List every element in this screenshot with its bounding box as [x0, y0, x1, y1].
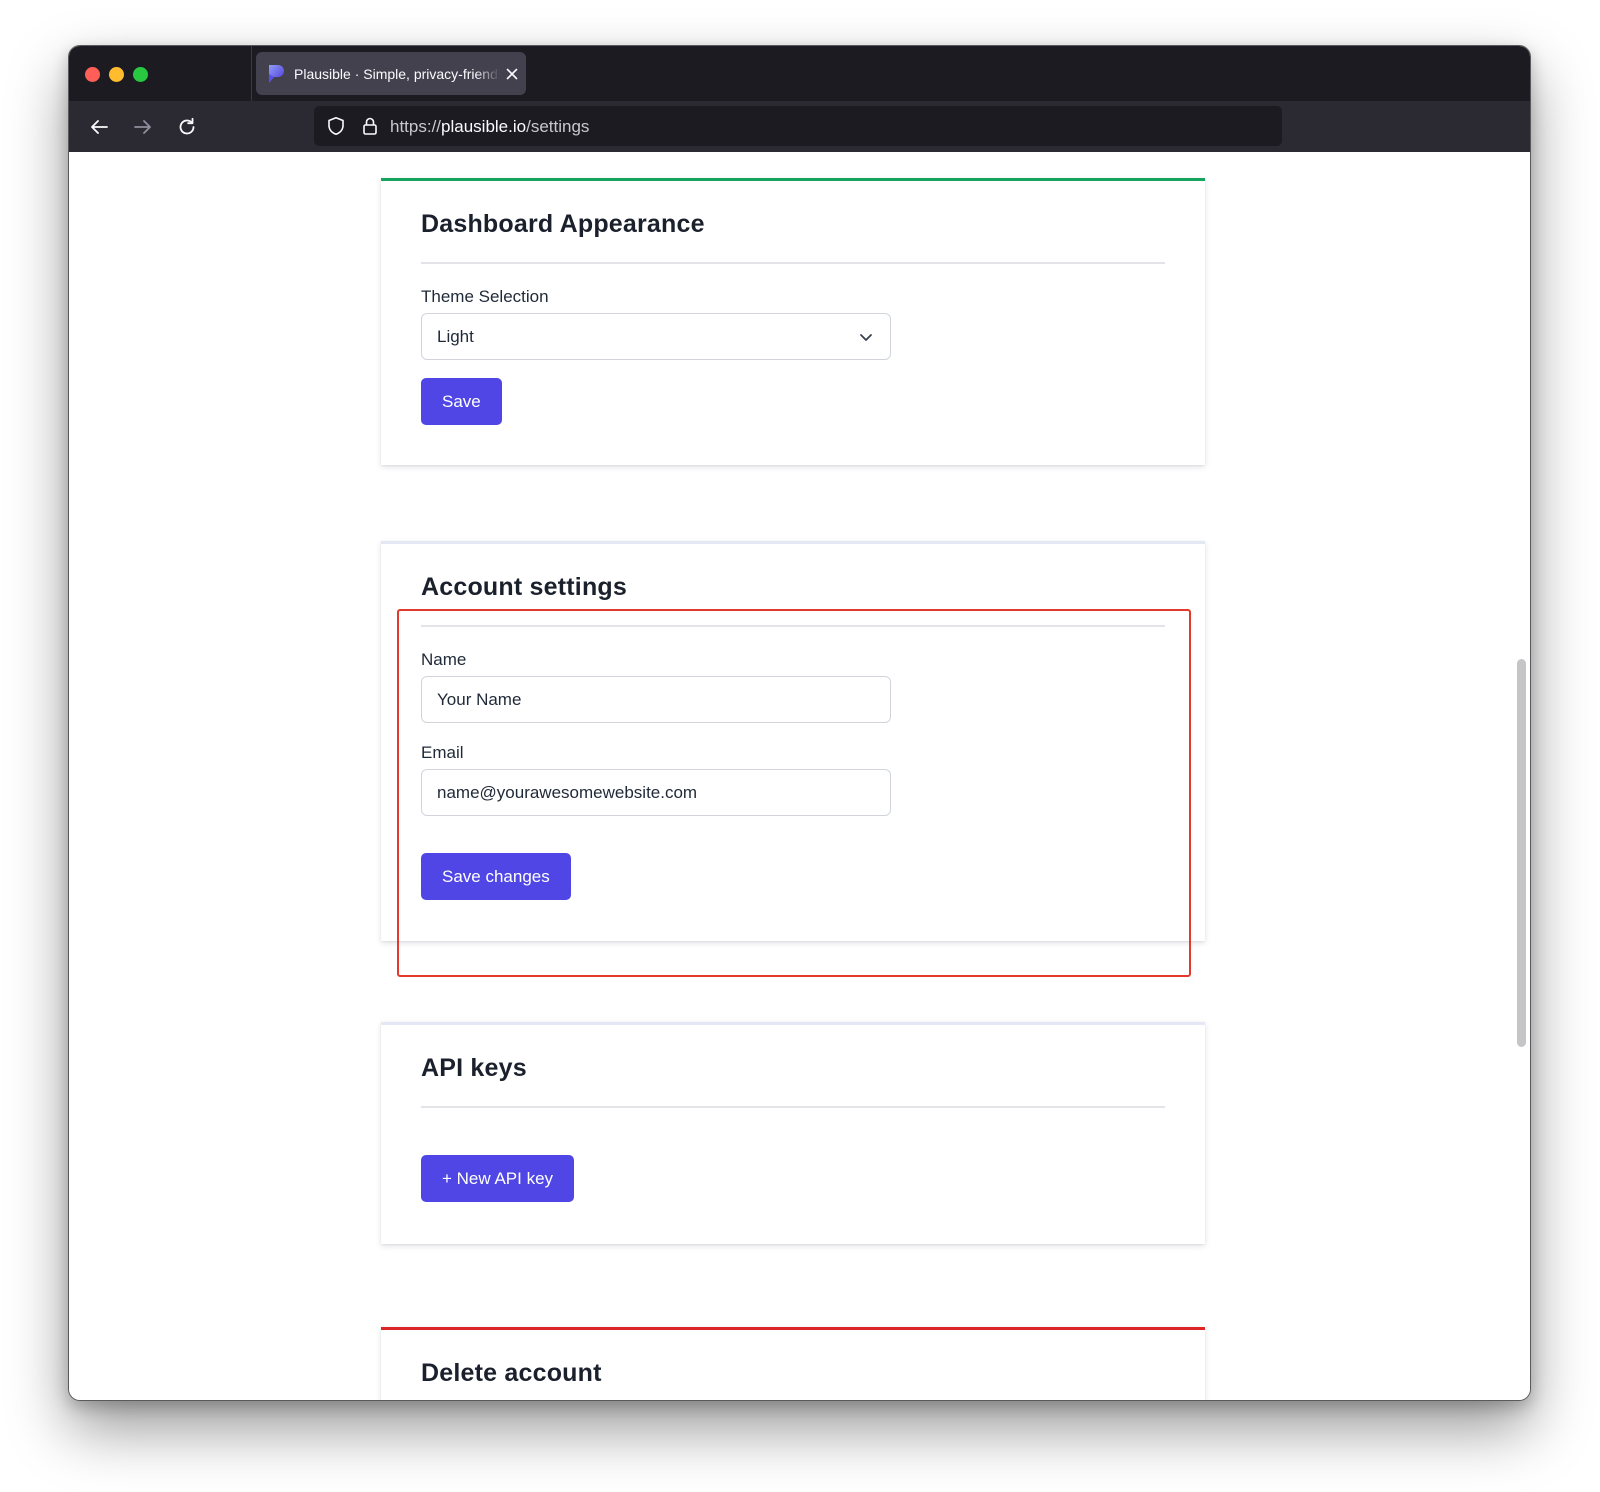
theme-select[interactable]: Light	[421, 313, 891, 360]
dashboard-appearance-title: Dashboard Appearance	[421, 210, 705, 238]
minimize-window-button[interactable]	[109, 67, 124, 82]
section-divider	[421, 262, 1165, 264]
save-changes-button[interactable]: Save changes	[421, 853, 571, 900]
email-input[interactable]	[421, 769, 891, 816]
close-window-button[interactable]	[85, 67, 100, 82]
title-bar: Plausible · Simple, privacy-friendly	[69, 46, 1530, 101]
forward-button[interactable]	[129, 113, 157, 141]
delete-account-title: Delete account	[421, 1359, 602, 1387]
maximize-window-button[interactable]	[133, 67, 148, 82]
api-keys-card: API keys + New API key	[381, 1022, 1205, 1244]
section-divider	[421, 625, 1165, 627]
section-divider	[421, 1106, 1165, 1108]
browser-tab[interactable]: Plausible · Simple, privacy-friendly	[256, 52, 526, 95]
reload-button[interactable]	[173, 113, 201, 141]
navigation-bar: https://plausible.io/settings	[69, 101, 1530, 152]
dashboard-appearance-card: Dashboard Appearance Theme Selection Lig…	[381, 178, 1205, 465]
tab-separator	[251, 46, 252, 101]
theme-select-value: Light	[437, 326, 474, 346]
account-settings-card: Account settings Name Email Save changes	[381, 541, 1205, 941]
browser-window: Plausible · Simple, privacy-friendly htt…	[68, 45, 1531, 1401]
name-input[interactable]	[421, 676, 891, 723]
tab-title: Plausible · Simple, privacy-friendly	[294, 65, 500, 82]
url-scheme: https://	[390, 117, 442, 136]
shield-icon[interactable]	[326, 116, 346, 136]
arrow-left-icon	[91, 120, 108, 134]
url-host: plausible.io	[441, 117, 527, 136]
chevron-down-icon	[860, 333, 872, 341]
plausible-logo-icon	[269, 64, 284, 83]
screenshot-stage: Plausible · Simple, privacy-friendly htt…	[0, 0, 1600, 1492]
url-path: /settings	[526, 117, 590, 136]
api-keys-title: API keys	[421, 1054, 527, 1082]
url-text[interactable]: https://plausible.io/settings	[390, 117, 589, 137]
theme-selection-label: Theme Selection	[421, 287, 549, 306]
delete-account-card: Delete account	[381, 1327, 1205, 1400]
back-button[interactable]	[85, 113, 113, 141]
email-label: Email	[421, 743, 464, 762]
save-theme-button[interactable]: Save	[421, 378, 502, 425]
arrow-right-icon	[134, 120, 151, 134]
account-settings-title: Account settings	[421, 573, 627, 601]
name-label: Name	[421, 650, 467, 669]
scrollbar-thumb[interactable]	[1517, 659, 1526, 1047]
new-api-key-button[interactable]: + New API key	[421, 1155, 575, 1202]
close-icon[interactable]	[504, 66, 520, 82]
page-viewport[interactable]: Dashboard Appearance Theme Selection Lig…	[69, 152, 1530, 1400]
reload-icon	[179, 117, 195, 135]
lock-icon[interactable]	[360, 116, 380, 136]
address-bar[interactable]: https://plausible.io/settings	[314, 106, 1282, 146]
